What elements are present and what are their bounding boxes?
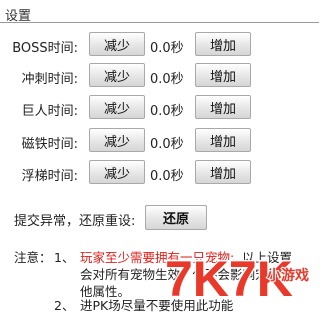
note-1-number: 1、 <box>54 250 75 265</box>
timer-row-ladder: 浮梯时间: 减少 0.0秒 增加 <box>0 160 319 186</box>
reset-row: 提交异常，还原重设: 还原 <box>0 205 319 231</box>
decrease-ladder-button[interactable]: 减少 <box>89 160 145 184</box>
title-divider <box>0 22 319 23</box>
7k7k-watermark-logo: 7K7K 小游戏 <box>164 250 311 308</box>
reset-button[interactable]: 还原 <box>145 205 207 230</box>
timer-value-magnet: 0.0秒 <box>150 137 184 152</box>
decrease-magnet-button[interactable]: 减少 <box>89 128 145 152</box>
timer-value-boss: 0.0秒 <box>150 41 184 56</box>
timer-label-magnet: 磁铁时间: <box>21 137 78 152</box>
decrease-giant-button[interactable]: 减少 <box>89 95 145 119</box>
timer-label-giant: 巨人时间: <box>21 104 78 119</box>
timer-row-magnet: 磁铁时间: 减少 0.0秒 增加 <box>0 128 319 154</box>
timer-row-giant: 巨人时间: 减少 0.0秒 增加 <box>0 95 319 121</box>
timer-row-sprint: 冲刺时间: 减少 0.0秒 增加 <box>0 63 319 89</box>
timer-value-ladder: 0.0秒 <box>150 169 184 184</box>
timer-value-sprint: 0.0秒 <box>150 72 184 87</box>
watermark-sub: 小游戏 <box>267 267 309 284</box>
reset-label: 提交异常，还原重设: <box>14 214 136 229</box>
increase-sprint-button[interactable]: 增加 <box>195 63 251 87</box>
timer-label-ladder: 浮梯时间: <box>21 169 78 184</box>
timer-label-sprint: 冲刺时间: <box>21 72 78 87</box>
increase-magnet-button[interactable]: 增加 <box>195 128 251 152</box>
note-2-number: 2、 <box>54 298 75 313</box>
increase-giant-button[interactable]: 增加 <box>195 95 251 119</box>
decrease-boss-button[interactable]: 减少 <box>89 32 145 56</box>
increase-ladder-button[interactable]: 增加 <box>195 160 251 184</box>
increase-boss-button[interactable]: 增加 <box>195 32 251 56</box>
timer-label-boss: BOSS时间: <box>12 41 78 56</box>
timer-row-boss: BOSS时间: 减少 0.0秒 增加 <box>0 32 319 58</box>
timer-value-giant: 0.0秒 <box>150 104 184 119</box>
decrease-sprint-button[interactable]: 减少 <box>89 63 145 87</box>
notes-prefix: 注意： <box>14 250 52 265</box>
